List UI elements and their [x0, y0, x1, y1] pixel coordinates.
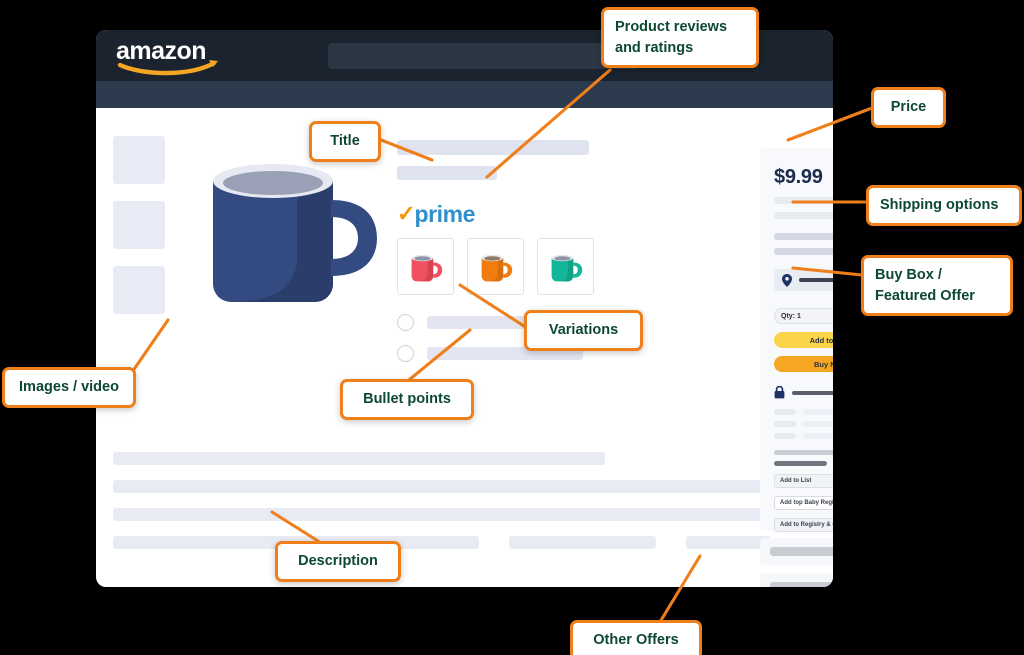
secure-transaction-row [774, 386, 833, 399]
radio-icon[interactable] [397, 345, 414, 362]
detail-value [803, 433, 833, 439]
buy-now-button[interactable]: Buy Now [774, 356, 833, 372]
variation-swatch-teal[interactable] [537, 238, 594, 295]
buybox-note-line-short [774, 461, 827, 466]
buybox-detail-row [774, 433, 833, 439]
amazon-subnav[interactable] [96, 81, 833, 108]
quantity-selector[interactable]: Qty: 1 ▾ [774, 308, 833, 324]
product-detail-body: ✓ prime [96, 108, 833, 376]
product-title-placeholder-line-2 [397, 166, 497, 180]
buybox-detail-row [774, 409, 833, 415]
description-line [686, 536, 771, 549]
thumbnail-3[interactable] [113, 266, 165, 314]
lock-icon [774, 386, 785, 399]
radio-icon[interactable] [397, 314, 414, 331]
thumbnail-1[interactable] [113, 136, 165, 184]
thumbnail-2[interactable] [113, 201, 165, 249]
description-section [96, 452, 833, 564]
callout-images-video: Images / video [2, 367, 136, 408]
callout-price: Price [871, 87, 946, 128]
callout-title: Title [309, 121, 381, 162]
variation-swatches[interactable] [397, 238, 816, 295]
image-thumbnail-strip[interactable] [113, 130, 179, 376]
prime-badge: ✓ prime [397, 200, 816, 227]
location-pin-icon [782, 273, 792, 287]
prime-check-icon: ✓ [397, 201, 416, 226]
add-baby-registry-button[interactable]: Add top Baby Registry [774, 496, 833, 510]
other-offer-card[interactable] [760, 538, 833, 565]
callout-product-reviews: Product reviews and ratings [601, 7, 759, 69]
svg-text:amazon: amazon [116, 37, 206, 65]
location-text-placeholder [799, 278, 833, 282]
hero-product-image[interactable] [179, 130, 389, 376]
detail-value [803, 409, 833, 415]
detail-key [774, 433, 796, 439]
callout-buy-box: Buy Box / Featured Offer [861, 255, 1013, 317]
callout-shipping-options: Shipping options [866, 185, 1022, 226]
callout-variations: Variations [524, 310, 643, 351]
description-line [113, 452, 606, 465]
shipping-line [774, 248, 833, 255]
delivery-location-row[interactable] [774, 269, 833, 291]
add-to-list-select[interactable]: Add to List ▾ [774, 474, 833, 488]
search-input[interactable] [328, 42, 638, 69]
buybox-detail-row [774, 421, 833, 427]
other-offers-section [760, 538, 833, 587]
offer-title-placeholder [770, 547, 833, 556]
description-line [508, 536, 657, 549]
offer-title-placeholder [770, 582, 833, 587]
quantity-label: Qty: 1 [781, 312, 801, 320]
buy-box: $9.99 Qty: 1 ▾ Add to Cart Buy Now [760, 148, 833, 532]
price-sub-line [774, 212, 833, 219]
detail-value [803, 421, 833, 427]
description-line [113, 508, 816, 521]
prime-label: prime [414, 200, 476, 227]
callout-bullet-points: Bullet points [340, 379, 474, 420]
add-to-list-label: Add to List [780, 478, 812, 484]
variation-swatch-red[interactable] [397, 238, 454, 295]
callout-description: Description [275, 541, 401, 582]
detail-key [774, 409, 796, 415]
description-line [113, 480, 816, 493]
buybox-note-line [774, 450, 833, 455]
product-title-placeholder-line-1 [397, 140, 589, 155]
add-registry-gifting-select[interactable]: Add to Registry & Gifting ▾ [774, 518, 833, 532]
secure-text-placeholder [792, 390, 833, 395]
add-registry-gifting-label: Add to Registry & Gifting [780, 522, 833, 528]
price-value: $9.99 [774, 166, 823, 188]
callout-other-offers: Other Offers [570, 620, 702, 655]
add-to-cart-button[interactable]: Add to Cart [774, 332, 833, 348]
buybox-detail-rows [774, 409, 833, 439]
amazon-logo[interactable]: amazon [114, 36, 234, 76]
amazon-product-page-window: amazon ✓ prime $9.99 Qty: 1 Add to Buy N… [96, 30, 833, 587]
shipping-line [774, 233, 833, 240]
screenshot-root: amazon ✓ prime $9.99 Qty: 1 Add to Buy N… [0, 0, 1024, 655]
other-offer-card[interactable] [760, 573, 833, 587]
description-line-split [113, 536, 816, 564]
variation-swatch-orange[interactable] [467, 238, 524, 295]
detail-key [774, 421, 796, 427]
price-sub-line [774, 197, 833, 204]
add-baby-registry-label: Add top Baby Registry [780, 500, 833, 506]
